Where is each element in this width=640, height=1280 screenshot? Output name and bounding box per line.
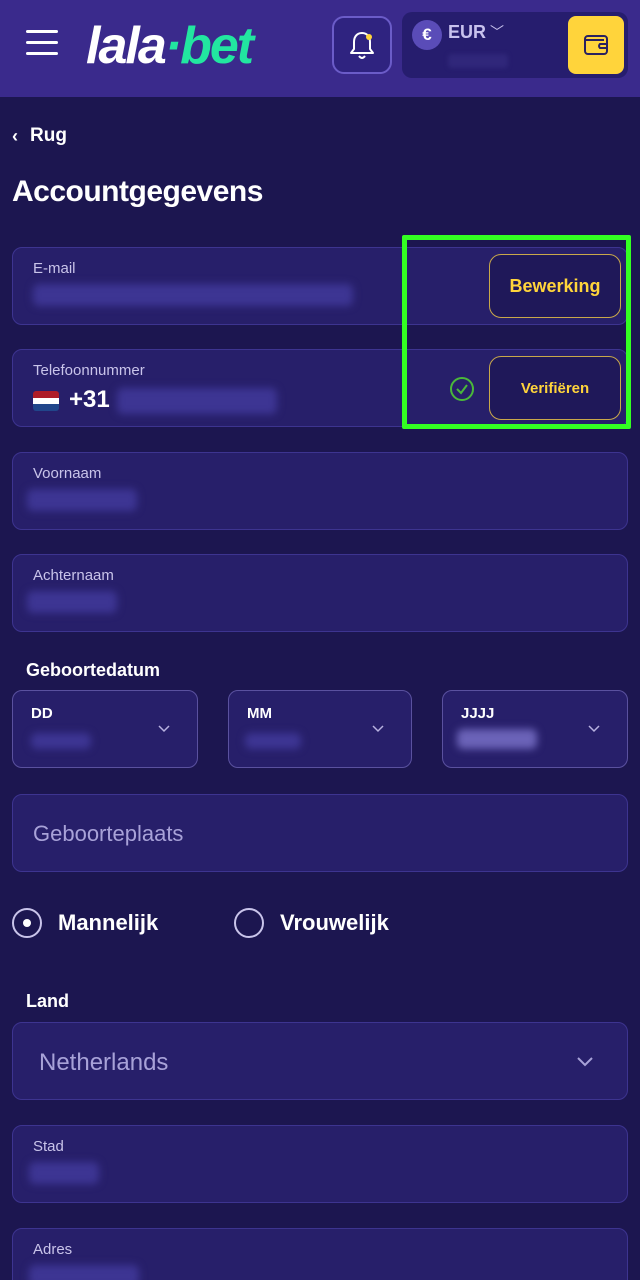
email-value-redacted (33, 284, 353, 306)
month-value-redacted (245, 733, 301, 749)
email-field[interactable]: E-mail Bewerking (12, 247, 628, 325)
city-field[interactable]: Stad (12, 1125, 628, 1203)
verify-phone-button[interactable]: Verifiëren (489, 356, 621, 420)
chevron-down-icon (372, 725, 384, 733)
phone-prefix: +31 (69, 386, 110, 413)
last-name-value-redacted (27, 591, 117, 613)
balance-widget[interactable]: € EUR ﹀ (402, 12, 628, 78)
birthdate-label: Geboortedatum (26, 660, 161, 680)
top-header: lala·bet € EUR ﹀ (0, 0, 640, 97)
chevron-down-icon[interactable]: ﹀ (490, 22, 504, 42)
address-value-redacted (29, 1265, 139, 1280)
last-name-field[interactable]: Achternaam (12, 554, 628, 632)
back-label: Rug (30, 125, 67, 146)
male-label: Mannelijk (58, 910, 159, 935)
country-select[interactable]: Netherlands (12, 1022, 628, 1100)
day-value-redacted (31, 733, 91, 749)
verified-check-icon (450, 377, 474, 401)
chevron-down-icon (158, 725, 170, 733)
day-label: DD (31, 705, 53, 722)
first-name-field[interactable]: Voornaam (12, 452, 628, 530)
year-value-redacted (457, 729, 537, 749)
city-label: Stad (33, 1138, 64, 1155)
phone-value-redacted (117, 388, 277, 414)
phone-label: Telefoonnummer (33, 362, 145, 379)
radio-selected-icon (12, 908, 42, 938)
city-value-redacted (29, 1162, 99, 1184)
address-label: Adres (33, 1241, 73, 1258)
balance-value-redacted (448, 54, 508, 68)
birth-month-select[interactable]: MM (228, 690, 412, 768)
chevron-down-icon (577, 1057, 593, 1067)
birth-day-select[interactable]: DD (12, 690, 198, 768)
wallet-button[interactable] (568, 16, 624, 74)
hamburger-menu-icon[interactable] (24, 27, 60, 59)
first-name-value-redacted (27, 489, 137, 511)
edit-email-button[interactable]: Bewerking (489, 254, 621, 318)
phone-field[interactable]: Telefoonnummer +31 Verifiëren (12, 349, 628, 427)
wallet-icon (584, 35, 608, 55)
netherlands-flag-icon (33, 391, 59, 411)
birth-year-select[interactable]: JJJJ (442, 690, 628, 768)
year-label: JJJJ (461, 705, 495, 722)
birthplace-placeholder: Geboorteplaats (33, 821, 184, 846)
back-link[interactable]: ‹ Rug (12, 125, 67, 147)
last-name-label: Achternaam (33, 567, 114, 584)
gender-male-radio[interactable]: Mannelijk (12, 908, 158, 938)
chevron-left-icon: ‹ (12, 125, 18, 146)
country-label: Land (26, 991, 69, 1011)
page-title: Accountgegevens (12, 175, 263, 208)
first-name-label: Voornaam (33, 465, 102, 482)
country-value: Netherlands (39, 1049, 169, 1076)
radio-unselected-icon (234, 908, 264, 938)
address-field[interactable]: Adres (12, 1228, 628, 1280)
bell-icon (350, 32, 374, 59)
chevron-down-icon (588, 725, 600, 733)
notifications-button[interactable] (332, 16, 392, 74)
month-label: MM (247, 705, 272, 722)
email-label: E-mail (33, 260, 76, 277)
notification-dot (366, 34, 372, 40)
female-label: Vrouwelijk (280, 910, 389, 935)
currency-label[interactable]: EUR (448, 22, 486, 43)
euro-icon: € (412, 20, 442, 50)
birthplace-field[interactable]: Geboorteplaats (12, 794, 628, 872)
lalabet-logo[interactable]: lala·bet (86, 14, 254, 78)
gender-female-radio[interactable]: Vrouwelijk (234, 908, 389, 938)
